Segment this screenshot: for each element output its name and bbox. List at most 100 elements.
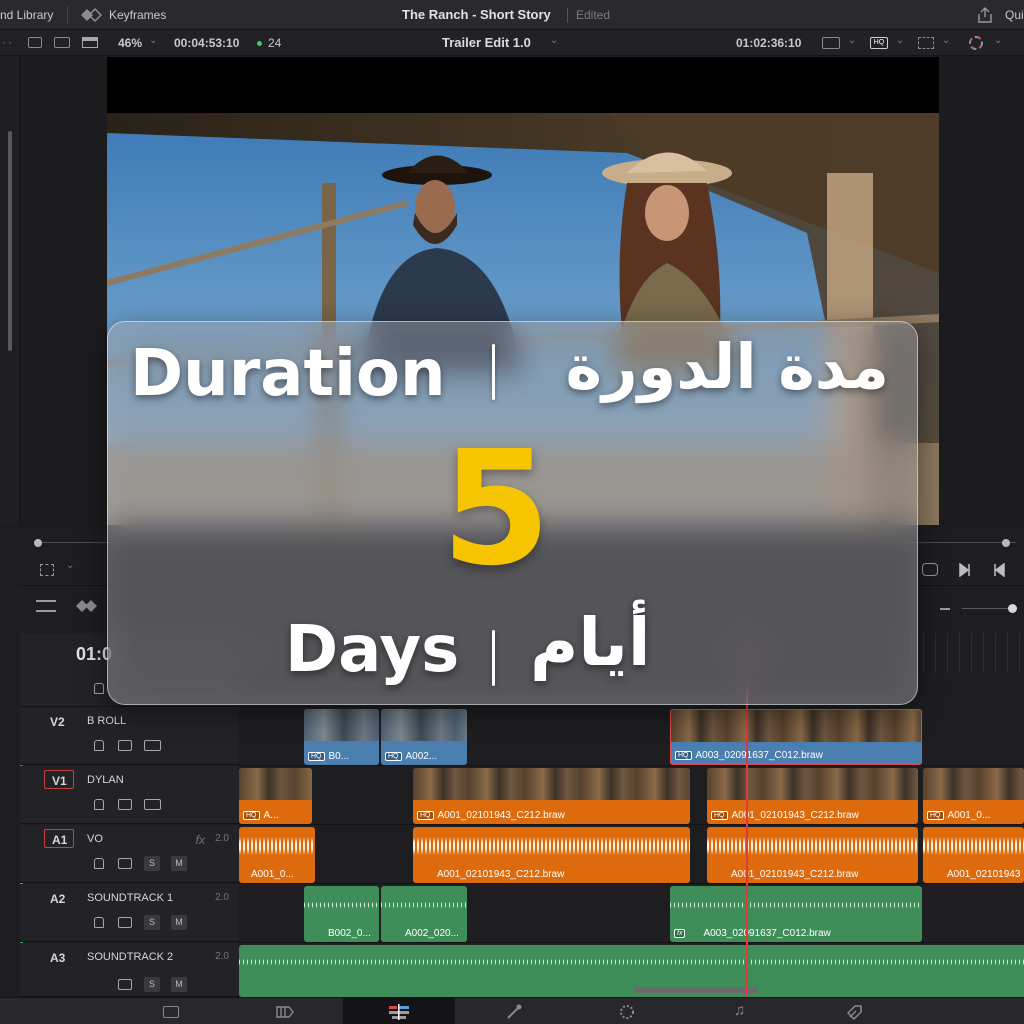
zoom-slider[interactable] — [962, 608, 1014, 609]
audio-clip[interactable]: A002_020... — [381, 886, 467, 942]
timeline-name[interactable]: Trailer Edit 1.0 — [442, 36, 531, 49]
timeline-clip[interactable]: HQ B0... — [304, 709, 379, 765]
audio-clip[interactable]: A001_02101943 — [923, 827, 1024, 883]
hq-badge: HQ — [711, 811, 728, 820]
lock-icon[interactable] — [94, 799, 104, 810]
layout-icon[interactable] — [82, 37, 98, 48]
keyframes-icon[interactable] — [80, 8, 102, 22]
solo-button[interactable]: S — [144, 856, 160, 871]
fairlight-page-icon[interactable]: ♫ — [734, 1003, 745, 1018]
channel-level: 2.0 — [215, 892, 229, 903]
timeline-clip[interactable]: HQ A001_0... — [923, 768, 1024, 824]
clip-name: A002_020... — [405, 928, 459, 939]
clip-name: B002_0... — [328, 928, 371, 939]
clip-name: A001_02101943_C212.braw — [731, 869, 859, 880]
timeline-clip[interactable]: HQ A002... — [381, 709, 467, 765]
timeline-options-icon[interactable] — [36, 600, 56, 612]
audio-clip[interactable]: A001_0... — [239, 827, 315, 883]
timeline-clip[interactable]: HQ A001_02101943_C212.braw — [413, 768, 690, 824]
keyframes-button[interactable]: Keyframes — [109, 9, 166, 21]
solo-button[interactable]: S — [144, 977, 160, 992]
timeline-clip[interactable]: HQ A... — [239, 768, 312, 824]
auto-select-icon[interactable] — [118, 979, 132, 990]
media-page-icon[interactable] — [163, 1006, 179, 1018]
auto-select-icon[interactable] — [118, 740, 132, 751]
clip-thumbnails — [707, 768, 918, 800]
sound-library-button[interactable]: nd Library — [0, 9, 53, 21]
chevron-down-icon[interactable]: ⌄ — [848, 36, 856, 46]
waveform — [381, 894, 467, 916]
range-end-handle[interactable] — [1002, 539, 1010, 547]
loop-icon[interactable] — [922, 563, 938, 576]
auto-select-icon[interactable] — [118, 858, 132, 869]
chevron-down-icon[interactable]: ⌄ — [66, 561, 74, 571]
keyframes-icon[interactable] — [75, 599, 99, 613]
film-icon[interactable] — [144, 740, 161, 751]
timeline-clip[interactable]: HQ A001_02101943_C212.braw — [707, 768, 918, 824]
lock-icon[interactable] — [94, 917, 104, 928]
mute-button[interactable]: M — [171, 915, 187, 930]
color-page-icon[interactable] — [618, 1003, 636, 1021]
timeline-scrollbar[interactable] — [634, 987, 758, 993]
track-name[interactable]: SOUNDTRACK 2 — [87, 951, 173, 963]
viewer-toolbar: ·· 46% ⌄ 00:04:53:10 24 Trailer Edit 1.0… — [0, 30, 1024, 56]
mute-button[interactable]: M — [171, 977, 187, 992]
hq-badge: HQ — [675, 751, 692, 760]
quick-export-button[interactable]: Qui — [1005, 9, 1024, 21]
lock-icon[interactable] — [94, 740, 104, 751]
fx-icon[interactable]: fx — [196, 833, 205, 847]
lock-icon[interactable] — [94, 858, 104, 869]
next-edit-icon[interactable] — [958, 563, 972, 577]
share-icon[interactable] — [976, 6, 994, 24]
hq-badge: HQ — [243, 811, 260, 820]
chevron-down-icon[interactable]: ⌄ — [942, 36, 950, 46]
transform-icon[interactable] — [918, 37, 934, 49]
more-options-icon[interactable]: ·· — [2, 36, 14, 48]
zoom-value[interactable]: 46% — [118, 37, 142, 49]
film-icon[interactable] — [144, 799, 161, 810]
zoom-out-icon[interactable] — [940, 608, 950, 610]
chevron-down-icon[interactable]: ⌄ — [550, 36, 558, 46]
image-view-icon[interactable] — [28, 37, 42, 48]
color-wheel-icon[interactable] — [968, 35, 984, 51]
selection-mode-icon[interactable] — [40, 564, 54, 576]
track-header-v1: V1 DYLAN — [20, 766, 239, 824]
viewer-mode-icon[interactable] — [822, 37, 840, 49]
timeline-clip-selected[interactable]: HQ A003_02091637_C012.braw — [670, 709, 922, 765]
divider — [567, 8, 568, 23]
prev-edit-icon[interactable] — [992, 563, 1006, 577]
track-name[interactable]: VO — [87, 833, 103, 845]
audio-clip[interactable]: fx A003_02091637_C012.braw — [670, 886, 922, 942]
zoom-slider-handle[interactable] — [1008, 604, 1017, 613]
clip-name: A001_02101943 — [947, 869, 1021, 880]
chevron-down-icon[interactable]: ⌄ — [896, 36, 904, 46]
clip-name: A001_02101943_C212.braw — [437, 810, 565, 821]
scrollbar[interactable] — [8, 131, 12, 351]
cut-page-icon[interactable] — [274, 1004, 296, 1020]
track-name[interactable]: DYLAN — [87, 774, 124, 786]
unit-label-ar: أيام — [530, 604, 651, 681]
audio-clip[interactable] — [239, 945, 1024, 997]
source-timecode: 00:04:53:10 — [174, 36, 240, 50]
hq-icon[interactable]: HQ — [870, 37, 888, 49]
track-name[interactable]: B ROLL — [87, 715, 126, 727]
audio-clip[interactable]: B002_0... — [304, 886, 379, 942]
left-panel-edge — [0, 56, 20, 526]
track-name[interactable]: SOUNDTRACK 1 — [87, 892, 173, 904]
hq-badge: HQ — [385, 752, 402, 761]
fusion-page-icon[interactable] — [505, 1003, 523, 1021]
chevron-down-icon[interactable]: ⌄ — [994, 36, 1002, 46]
audio-clip[interactable]: A001_02101943_C212.braw — [707, 827, 918, 883]
auto-select-icon[interactable] — [118, 917, 132, 928]
auto-select-icon[interactable] — [118, 799, 132, 810]
deliver-page-icon[interactable] — [846, 1003, 864, 1021]
edit-page-icon[interactable] — [388, 1004, 410, 1020]
track-id: V1 — [52, 774, 67, 788]
chevron-down-icon[interactable]: ⌄ — [149, 36, 157, 46]
solo-button[interactable]: S — [144, 915, 160, 930]
range-start-handle[interactable] — [34, 539, 42, 547]
lock-icon[interactable] — [94, 683, 104, 694]
audio-clip[interactable]: A001_02101943_C212.braw — [413, 827, 690, 883]
film-view-icon[interactable] — [54, 37, 70, 48]
mute-button[interactable]: M — [171, 856, 187, 871]
